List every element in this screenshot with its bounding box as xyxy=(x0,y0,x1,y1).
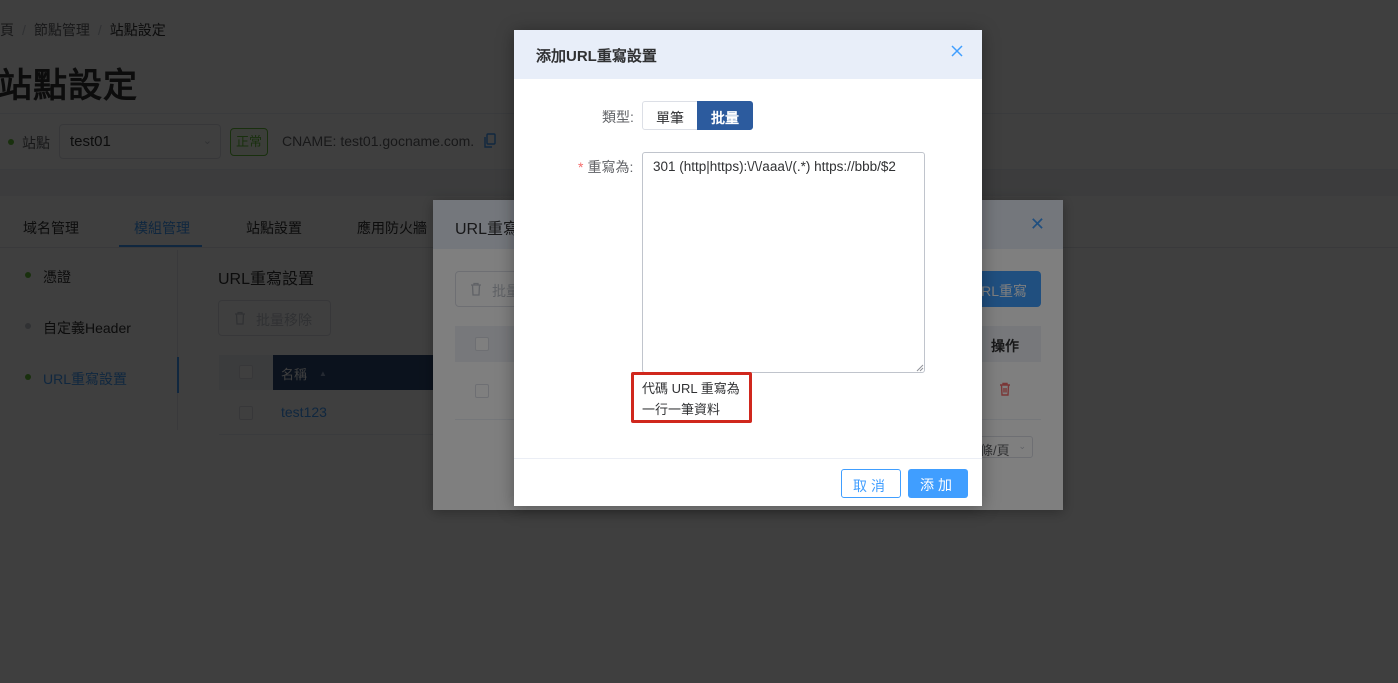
rewrite-label-text: 重寫為: xyxy=(587,159,634,175)
required-mark: * xyxy=(578,159,584,175)
type-option-label: 批量 xyxy=(711,110,739,126)
rewrite-label: * 重寫為: xyxy=(578,157,633,177)
cancel-label: 取消 xyxy=(853,478,889,494)
resize-handle-icon[interactable] xyxy=(914,362,924,372)
hint-line-2: 一行一筆資料 xyxy=(642,402,721,417)
type-label: 類型: xyxy=(602,109,634,125)
type-segmented-control: 單筆 批量 xyxy=(642,101,754,130)
type-option-label: 單筆 xyxy=(656,110,684,126)
dialog-footer: 取消 添加 xyxy=(514,458,982,506)
confirm-add-button[interactable]: 添加 xyxy=(908,469,968,498)
dialog-title: 添加URL重寫設置 xyxy=(536,48,657,65)
rewrite-textarea[interactable]: 301 (http|https):\/\/aaa\/(.*) https://b… xyxy=(642,152,925,373)
dialog-header: 添加URL重寫設置 xyxy=(514,30,982,79)
hint-line-1: 代碼 URL 重寫為 xyxy=(642,381,740,396)
confirm-label: 添加 xyxy=(920,477,956,493)
type-option-single[interactable]: 單筆 xyxy=(642,101,698,130)
type-option-batch[interactable]: 批量 xyxy=(697,101,753,130)
hint-annotation: 代碼 URL 重寫為 一行一筆資料 xyxy=(631,372,752,423)
add-url-rewrite-dialog: 添加URL重寫設置 類型: 單筆 批量 * 重寫為: 301 (http|http… xyxy=(514,30,982,506)
cancel-button[interactable]: 取消 xyxy=(841,469,901,498)
close-icon[interactable] xyxy=(950,44,964,58)
